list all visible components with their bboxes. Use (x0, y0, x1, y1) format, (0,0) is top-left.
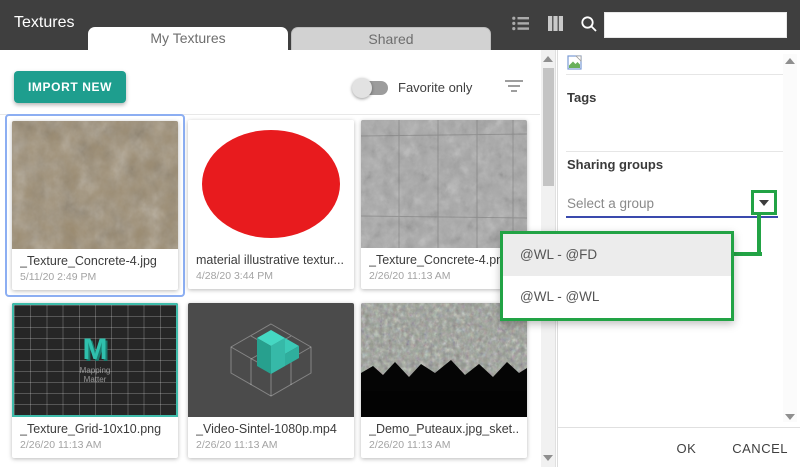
thumbnail-concrete-gray (361, 120, 527, 248)
thumbnail-red-ellipse (188, 120, 354, 248)
textures-window: Textures My Textures Shared IMPORT NEW F… (0, 0, 800, 467)
texture-card-demo-puteaux[interactable]: _Demo_Puteaux.jpg_sket... 2/26/20 11:13 … (361, 303, 527, 458)
footer-buttons: OK CANCEL (676, 441, 788, 456)
search-input[interactable] (604, 12, 787, 38)
highlight-connector-horizontal (734, 252, 762, 256)
mapping-matter-logo: M MappingMatter (14, 305, 176, 415)
scrollbar-thumb[interactable] (543, 68, 554, 186)
grid-view-icon[interactable] (548, 16, 563, 31)
ok-button[interactable]: OK (676, 441, 696, 456)
texture-card-video-sintel[interactable]: _Video-Sintel-1080p.mp4 2/26/20 11:13 AM (188, 303, 354, 458)
group-select-placeholder: Select a group (567, 196, 654, 211)
card-name: material illustrative textur... (196, 253, 346, 267)
import-new-button[interactable]: IMPORT NEW (14, 71, 126, 103)
group-select-arrow-highlight[interactable] (751, 190, 777, 215)
toggle-knob (352, 78, 372, 98)
panel-divider (566, 74, 788, 75)
scroll-up-icon[interactable] (785, 58, 795, 64)
card-date: 2/26/20 11:13 AM (20, 439, 170, 451)
select-underline (566, 216, 778, 218)
scroll-down-icon[interactable] (543, 455, 553, 461)
list-view-icon[interactable] (512, 16, 529, 31)
dropdown-option-wl-wl[interactable]: @WL - @WL (503, 276, 731, 318)
dropdown-option-wl-fd[interactable]: @WL - @FD (503, 234, 731, 276)
dropdown-arrow-icon (759, 200, 769, 206)
panel-scrollbar[interactable] (783, 54, 797, 422)
footer-divider (558, 427, 800, 428)
tab-bar: My Textures Shared (88, 27, 491, 50)
search-icon[interactable] (580, 15, 598, 33)
card-date: 2/26/20 11:13 AM (369, 439, 519, 451)
card-date: 2/26/20 11:13 AM (196, 439, 346, 451)
filter-icon[interactable] (505, 80, 523, 94)
top-bar: Textures My Textures Shared (0, 0, 800, 50)
thumbnail-mapping-matter-grid: M MappingMatter (12, 303, 178, 417)
card-name: _Texture_Grid-10x10.png (20, 422, 170, 436)
texture-card-grid[interactable]: M MappingMatter _Texture_Grid-10x10.png … (12, 303, 178, 458)
card-date: 5/11/20 2:49 PM (20, 271, 170, 283)
card-name: _Texture_Concrete-4.png (369, 253, 519, 267)
scroll-down-icon[interactable] (785, 414, 795, 420)
card-date: 4/28/20 3:44 PM (196, 270, 346, 282)
thumbnail-concrete-tan (12, 121, 178, 249)
card-name: _Video-Sintel-1080p.mp4 (196, 422, 346, 436)
broken-image-icon (567, 55, 583, 71)
scroll-up-icon[interactable] (543, 56, 553, 62)
tab-shared[interactable]: Shared (291, 27, 491, 50)
card-name: _Texture_Concrete-4.jpg (20, 254, 170, 268)
selected-card-outline: _Texture_Concrete-4.jpg 5/11/20 2:49 PM (5, 114, 185, 297)
favorite-only-label: Favorite only (398, 80, 472, 96)
texture-card-material-illustrative[interactable]: material illustrative textur... 4/28/20 … (188, 120, 354, 289)
page-title: Textures (14, 14, 74, 32)
tags-label: Tags (567, 90, 596, 105)
panel-divider (566, 151, 788, 152)
card-name: _Demo_Puteaux.jpg_sket... (369, 422, 519, 436)
thumbnail-cube-logo (188, 303, 354, 417)
tab-my-textures[interactable]: My Textures (88, 27, 288, 50)
texture-card-concrete-jpg[interactable]: _Texture_Concrete-4.jpg 5/11/20 2:49 PM (12, 121, 178, 290)
favorite-only-toggle[interactable] (352, 81, 388, 95)
group-dropdown: @WL - @FD @WL - @WL (500, 231, 734, 321)
sharing-groups-label: Sharing groups (567, 157, 663, 172)
cancel-button[interactable]: CANCEL (732, 441, 788, 456)
highlight-connector-vertical (757, 215, 761, 256)
isometric-cube-icon (229, 322, 313, 398)
group-select[interactable]: Select a group (566, 189, 782, 217)
card-date: 2/26/20 11:13 AM (369, 270, 519, 282)
